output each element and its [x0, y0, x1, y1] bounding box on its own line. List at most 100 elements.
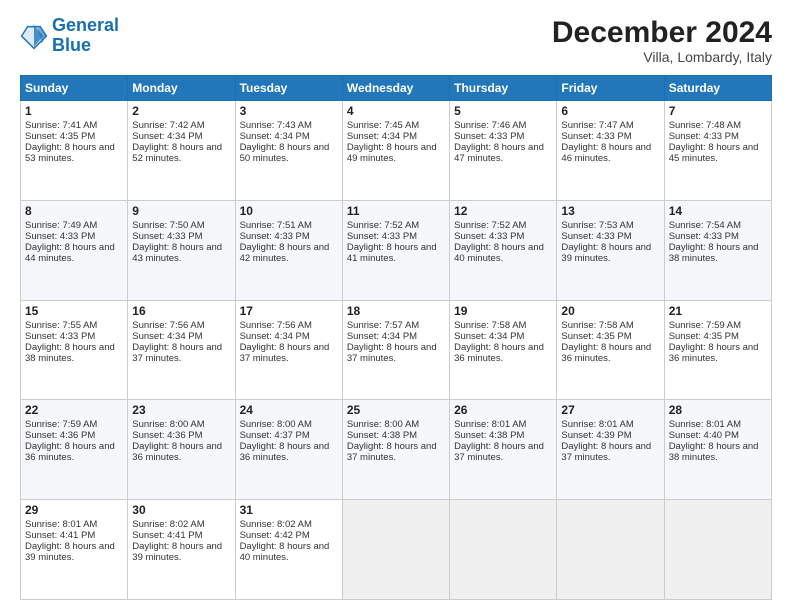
daylight: Daylight: 8 hours and 39 minutes.: [561, 242, 651, 264]
sunrise: Sunrise: 7:58 AM: [561, 320, 633, 331]
daylight: Daylight: 8 hours and 37 minutes.: [347, 441, 437, 463]
sunset: Sunset: 4:33 PM: [240, 231, 310, 242]
cell-w1-wed: 4 Sunrise: 7:45 AM Sunset: 4:34 PM Dayli…: [342, 101, 449, 201]
day-number: 18: [347, 304, 445, 318]
sunrise: Sunrise: 8:00 AM: [240, 419, 312, 430]
cell-w3-tue: 17 Sunrise: 7:56 AM Sunset: 4:34 PM Dayl…: [235, 300, 342, 400]
cell-w3-thu: 19 Sunrise: 7:58 AM Sunset: 4:34 PM Dayl…: [450, 300, 557, 400]
sunrise: Sunrise: 7:52 AM: [454, 220, 526, 231]
week-row-5: 29 Sunrise: 8:01 AM Sunset: 4:41 PM Dayl…: [21, 500, 772, 600]
sunset: Sunset: 4:41 PM: [25, 530, 95, 541]
cell-w5-fri: [557, 500, 664, 600]
sunrise: Sunrise: 7:59 AM: [25, 419, 97, 430]
day-number: 29: [25, 503, 123, 517]
sunset: Sunset: 4:34 PM: [347, 331, 417, 342]
daylight: Daylight: 8 hours and 36 minutes.: [132, 441, 222, 463]
daylight: Daylight: 8 hours and 49 minutes.: [347, 142, 437, 164]
daylight: Daylight: 8 hours and 38 minutes.: [669, 242, 759, 264]
col-monday: Monday: [128, 76, 235, 101]
logo: General Blue: [20, 16, 119, 56]
sunrise: Sunrise: 8:00 AM: [347, 419, 419, 430]
sunrise: Sunrise: 8:00 AM: [132, 419, 204, 430]
week-row-2: 8 Sunrise: 7:49 AM Sunset: 4:33 PM Dayli…: [21, 200, 772, 300]
cell-w3-wed: 18 Sunrise: 7:57 AM Sunset: 4:34 PM Dayl…: [342, 300, 449, 400]
logo-text: General Blue: [52, 16, 119, 56]
daylight: Daylight: 8 hours and 39 minutes.: [25, 541, 115, 563]
sunrise: Sunrise: 7:41 AM: [25, 120, 97, 131]
day-number: 4: [347, 104, 445, 118]
daylight: Daylight: 8 hours and 40 minutes.: [454, 242, 544, 264]
sunrise: Sunrise: 7:49 AM: [25, 220, 97, 231]
daylight: Daylight: 8 hours and 40 minutes.: [240, 541, 330, 563]
cell-w5-mon: 30 Sunrise: 8:02 AM Sunset: 4:41 PM Dayl…: [128, 500, 235, 600]
daylight: Daylight: 8 hours and 37 minutes.: [132, 342, 222, 364]
daylight: Daylight: 8 hours and 42 minutes.: [240, 242, 330, 264]
sunrise: Sunrise: 8:01 AM: [669, 419, 741, 430]
header: General Blue December 2024 Villa, Lombar…: [20, 16, 772, 65]
daylight: Daylight: 8 hours and 46 minutes.: [561, 142, 651, 164]
sunset: Sunset: 4:37 PM: [240, 430, 310, 441]
day-number: 21: [669, 304, 767, 318]
cell-w3-mon: 16 Sunrise: 7:56 AM Sunset: 4:34 PM Dayl…: [128, 300, 235, 400]
daylight: Daylight: 8 hours and 37 minutes.: [240, 342, 330, 364]
sunset: Sunset: 4:42 PM: [240, 530, 310, 541]
sunset: Sunset: 4:33 PM: [25, 331, 95, 342]
day-number: 2: [132, 104, 230, 118]
cell-w5-thu: [450, 500, 557, 600]
sunrise: Sunrise: 8:02 AM: [132, 519, 204, 530]
cell-w2-tue: 10 Sunrise: 7:51 AM Sunset: 4:33 PM Dayl…: [235, 200, 342, 300]
cell-w1-fri: 6 Sunrise: 7:47 AM Sunset: 4:33 PM Dayli…: [557, 101, 664, 201]
col-tuesday: Tuesday: [235, 76, 342, 101]
sunrise: Sunrise: 8:01 AM: [25, 519, 97, 530]
sunrise: Sunrise: 7:59 AM: [669, 320, 741, 331]
day-number: 7: [669, 104, 767, 118]
daylight: Daylight: 8 hours and 36 minutes.: [669, 342, 759, 364]
sunrise: Sunrise: 7:57 AM: [347, 320, 419, 331]
sunset: Sunset: 4:34 PM: [132, 131, 202, 142]
day-number: 27: [561, 403, 659, 417]
daylight: Daylight: 8 hours and 50 minutes.: [240, 142, 330, 164]
sunrise: Sunrise: 7:48 AM: [669, 120, 741, 131]
day-number: 14: [669, 204, 767, 218]
daylight: Daylight: 8 hours and 36 minutes.: [561, 342, 651, 364]
sunrise: Sunrise: 8:01 AM: [454, 419, 526, 430]
sunset: Sunset: 4:33 PM: [25, 231, 95, 242]
daylight: Daylight: 8 hours and 37 minutes.: [347, 342, 437, 364]
day-number: 28: [669, 403, 767, 417]
sunrise: Sunrise: 7:45 AM: [347, 120, 419, 131]
cell-w5-sun: 29 Sunrise: 8:01 AM Sunset: 4:41 PM Dayl…: [21, 500, 128, 600]
sunset: Sunset: 4:41 PM: [132, 530, 202, 541]
day-number: 8: [25, 204, 123, 218]
col-friday: Friday: [557, 76, 664, 101]
sunset: Sunset: 4:33 PM: [561, 231, 631, 242]
logo-line1: General: [52, 15, 119, 35]
cell-w4-fri: 27 Sunrise: 8:01 AM Sunset: 4:39 PM Dayl…: [557, 400, 664, 500]
daylight: Daylight: 8 hours and 38 minutes.: [669, 441, 759, 463]
cell-w2-sat: 14 Sunrise: 7:54 AM Sunset: 4:33 PM Dayl…: [664, 200, 771, 300]
sunrise: Sunrise: 7:42 AM: [132, 120, 204, 131]
sunrise: Sunrise: 7:51 AM: [240, 220, 312, 231]
sunset: Sunset: 4:33 PM: [347, 231, 417, 242]
cell-w5-tue: 31 Sunrise: 8:02 AM Sunset: 4:42 PM Dayl…: [235, 500, 342, 600]
cell-w1-sat: 7 Sunrise: 7:48 AM Sunset: 4:33 PM Dayli…: [664, 101, 771, 201]
day-number: 10: [240, 204, 338, 218]
day-number: 31: [240, 503, 338, 517]
day-number: 24: [240, 403, 338, 417]
day-number: 23: [132, 403, 230, 417]
sunset: Sunset: 4:34 PM: [240, 331, 310, 342]
day-number: 16: [132, 304, 230, 318]
daylight: Daylight: 8 hours and 39 minutes.: [132, 541, 222, 563]
daylight: Daylight: 8 hours and 52 minutes.: [132, 142, 222, 164]
sunset: Sunset: 4:33 PM: [454, 231, 524, 242]
sunset: Sunset: 4:36 PM: [132, 430, 202, 441]
cell-w1-thu: 5 Sunrise: 7:46 AM Sunset: 4:33 PM Dayli…: [450, 101, 557, 201]
sunset: Sunset: 4:40 PM: [669, 430, 739, 441]
cell-w3-fri: 20 Sunrise: 7:58 AM Sunset: 4:35 PM Dayl…: [557, 300, 664, 400]
sunset: Sunset: 4:34 PM: [454, 331, 524, 342]
day-number: 17: [240, 304, 338, 318]
sunset: Sunset: 4:36 PM: [25, 430, 95, 441]
daylight: Daylight: 8 hours and 45 minutes.: [669, 142, 759, 164]
sunset: Sunset: 4:33 PM: [132, 231, 202, 242]
cell-w2-fri: 13 Sunrise: 7:53 AM Sunset: 4:33 PM Dayl…: [557, 200, 664, 300]
day-number: 26: [454, 403, 552, 417]
